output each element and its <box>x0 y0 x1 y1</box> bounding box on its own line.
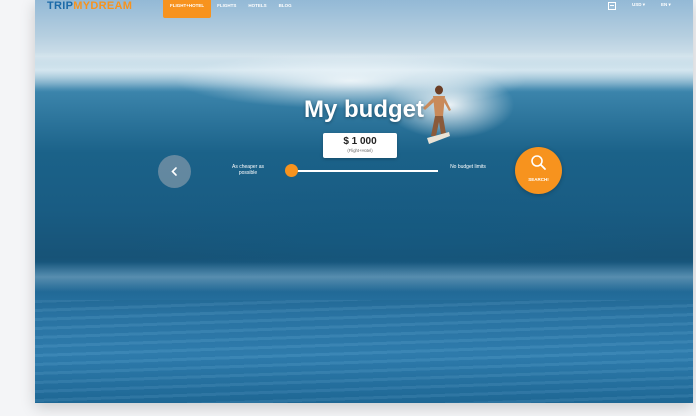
search-label: SEARCH! <box>528 177 549 182</box>
logo-text-my: MY <box>73 0 91 12</box>
budget-slider-track[interactable] <box>288 170 438 172</box>
budget-subtitle: (Flight+Hotel) <box>347 148 373 153</box>
ocean-ripples <box>35 300 693 403</box>
page-title: My budget <box>304 96 424 123</box>
nav-item-blog[interactable]: BLOG <box>273 0 298 12</box>
nav-item-flight-hotel[interactable]: FLIGHT+HOTEL <box>163 0 212 18</box>
previous-button[interactable] <box>158 155 191 188</box>
hero-background: TRIPMYDREAM FLIGHT+HOTEL FLIGHTS HOTELS … <box>35 0 693 403</box>
logo-text-dream: DREAM <box>90 0 133 12</box>
search-icon <box>531 155 546 170</box>
chevron-left-icon <box>171 167 177 176</box>
budget-value: $ 1 000 <box>343 136 377 147</box>
currency-select[interactable]: USD ▾ <box>632 2 645 8</box>
wave-foam-lower <box>35 262 693 292</box>
budget-slider-handle[interactable] <box>285 164 298 177</box>
slider-min-label: As cheaper as possible <box>232 164 264 176</box>
nav-item-flights[interactable]: FLIGHTS <box>211 0 242 12</box>
top-navigation-bar: TRIPMYDREAM FLIGHT+HOTEL FLIGHTS HOTELS … <box>35 0 693 18</box>
budget-display: $ 1 000 (Flight+Hotel) <box>323 133 397 158</box>
slider-max-label: No budget limits <box>450 164 486 170</box>
search-button[interactable]: SEARCH! <box>515 147 562 194</box>
nav-item-hotels[interactable]: HOTELS <box>242 0 272 12</box>
calendar-icon[interactable] <box>608 2 616 10</box>
site-logo[interactable]: TRIPMYDREAM <box>47 0 132 12</box>
wave-foam <box>35 52 693 92</box>
main-nav: FLIGHT+HOTEL FLIGHTS HOTELS BLOG <box>163 0 298 18</box>
logo-text-trip: TRIP <box>47 0 74 12</box>
language-select[interactable]: EN ▾ <box>661 2 671 8</box>
